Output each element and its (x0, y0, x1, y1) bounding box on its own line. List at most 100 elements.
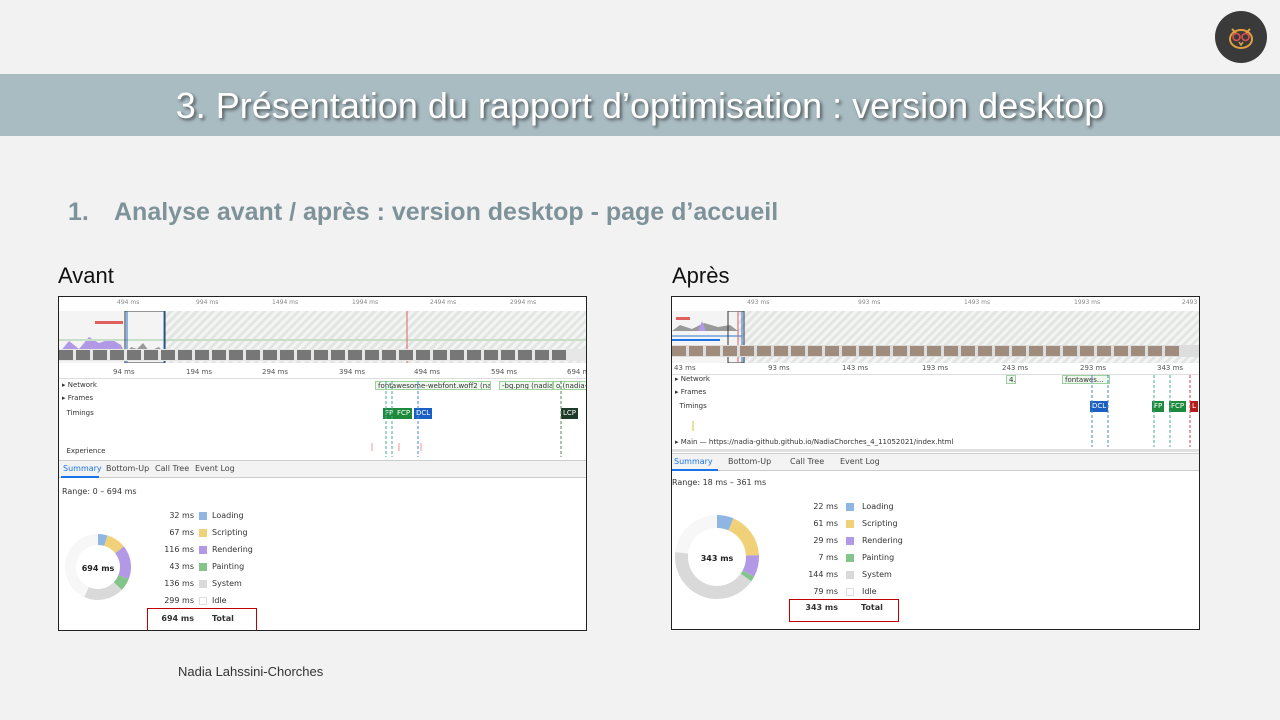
filmstrip-frame[interactable] (552, 350, 566, 360)
ruler-tick: 43 ms (674, 364, 696, 372)
filmstrip-frame[interactable] (450, 350, 464, 360)
filmstrip-frame[interactable] (161, 350, 175, 360)
filmstrip-frame[interactable] (59, 350, 73, 360)
filmstrip-frame[interactable] (348, 350, 362, 360)
filmstrip-frame[interactable] (178, 350, 192, 360)
filmstrip-frame[interactable] (1063, 346, 1077, 356)
filmstrip-frame[interactable] (399, 350, 413, 360)
legend-swatch (846, 554, 854, 562)
summary-ms: 116 ms (164, 545, 194, 554)
overview-tick: 1993 ms (1074, 299, 1101, 306)
track-main[interactable]: ▸ Main — https://nadia-github.github.io/… (675, 438, 953, 446)
filmstrip-frame[interactable] (314, 350, 328, 360)
filmstrip-frame[interactable] (110, 350, 124, 360)
filmstrip-frame[interactable] (212, 350, 226, 360)
filmstrip-frame[interactable] (416, 350, 430, 360)
filmstrip-frame[interactable] (910, 346, 924, 356)
summary-row-painting: 43 ms Painting (149, 562, 299, 576)
donut-slice-idle (675, 515, 717, 554)
summary-ms: 29 ms (813, 536, 838, 545)
filmstrip-frame[interactable] (706, 346, 720, 356)
filmstrip-frame[interactable] (1165, 346, 1179, 356)
legend-swatch (199, 597, 207, 605)
total-highlight-box (147, 608, 257, 630)
summary-label: Painting (862, 553, 895, 562)
overview-tick: 993 ms (858, 299, 881, 306)
ruler-tick: 143 ms (842, 364, 869, 372)
filmstrip-frame[interactable] (93, 350, 107, 360)
main-flame-bar (672, 449, 1199, 452)
filmstrip-frame[interactable] (229, 350, 243, 360)
filmstrip-frame[interactable] (944, 346, 958, 356)
filmstrip-frame[interactable] (978, 346, 992, 356)
donut-total: 343 ms (701, 554, 734, 563)
tab-call-tree[interactable]: Call Tree (155, 464, 189, 473)
summary-row-loading: 22 ms Loading (792, 502, 942, 516)
summary-label: Painting (212, 562, 245, 571)
overview-tick: 1494 ms (272, 299, 299, 306)
overview-tick: 1994 ms (352, 299, 379, 306)
filmstrip-frame[interactable] (740, 346, 754, 356)
filmstrip-frame[interactable] (791, 346, 805, 356)
filmstrip-frame[interactable] (1029, 346, 1043, 356)
total-highlight-box (789, 599, 899, 622)
filmstrip-frame[interactable] (467, 350, 481, 360)
filmstrip-frame[interactable] (1114, 346, 1128, 356)
summary-ms: 32 ms (169, 511, 194, 520)
filmstrip-frame[interactable] (672, 346, 686, 356)
tab-bottom-up[interactable]: Bottom-Up (106, 464, 149, 473)
filmstrip-frame[interactable] (774, 346, 788, 356)
filmstrip-frame[interactable] (246, 350, 260, 360)
summary-ms: 22 ms (813, 502, 838, 511)
ruler-tick: 194 ms (186, 368, 213, 376)
filmstrip-frame[interactable] (501, 350, 515, 360)
filmstrip-frame[interactable] (893, 346, 907, 356)
tab-event-log[interactable]: Event Log (195, 464, 235, 473)
tab-summary[interactable]: Summary (63, 464, 102, 473)
filmstrip-frame[interactable] (280, 350, 294, 360)
filmstrip-frame[interactable] (535, 350, 549, 360)
filmstrip-frame[interactable] (723, 346, 737, 356)
filmstrip-frame[interactable] (808, 346, 822, 356)
filmstrip-frame[interactable] (825, 346, 839, 356)
apres-label: Après (672, 263, 730, 288)
section-subtitle: 1. Analyse avant / après : version deskto… (68, 198, 778, 227)
filmstrip-frame[interactable] (1046, 346, 1060, 356)
filmstrip-frame[interactable] (1148, 346, 1162, 356)
tab-event-log[interactable]: Event Log (840, 457, 880, 466)
filmstrip-frame[interactable] (484, 350, 498, 360)
ruler-tick: 494 ms (414, 368, 441, 376)
filmstrip-frame[interactable] (365, 350, 379, 360)
summary-ms: 136 ms (164, 579, 194, 588)
filmstrip-frame[interactable] (757, 346, 771, 356)
tab-call-tree[interactable]: Call Tree (790, 457, 824, 466)
ruler-tick: 294 ms (262, 368, 289, 376)
filmstrip-frame[interactable] (382, 350, 396, 360)
tab-bottom-up[interactable]: Bottom-Up (728, 457, 771, 466)
filmstrip-frame[interactable] (144, 350, 158, 360)
filmstrip-frame[interactable] (689, 346, 703, 356)
filmstrip-frame[interactable] (518, 350, 532, 360)
filmstrip-frame[interactable] (263, 350, 277, 360)
filmstrip-frame[interactable] (995, 346, 1009, 356)
filmstrip-frame[interactable] (961, 346, 975, 356)
filmstrip-frame[interactable] (842, 346, 856, 356)
donut-slice-system (84, 582, 122, 600)
tab-summary[interactable]: Summary (674, 457, 713, 466)
filmstrip-frame[interactable] (127, 350, 141, 360)
filmstrip-frame[interactable] (1080, 346, 1094, 356)
filmstrip-frame[interactable] (433, 350, 447, 360)
filmstrip-frame[interactable] (859, 346, 873, 356)
slide-title: 3. Présentation du rapport d’optimisatio… (175, 85, 1105, 126)
filmstrip-frame[interactable] (876, 346, 890, 356)
ruler-tick: 394 ms (339, 368, 366, 376)
filmstrip-frame[interactable] (1131, 346, 1145, 356)
filmstrip-frame[interactable] (1097, 346, 1111, 356)
filmstrip-frame[interactable] (76, 350, 90, 360)
filmstrip-frame[interactable] (297, 350, 311, 360)
filmstrip-frame[interactable] (927, 346, 941, 356)
filmstrip-frame[interactable] (195, 350, 209, 360)
filmstrip-frame[interactable] (1012, 346, 1026, 356)
summary-label: Rendering (212, 545, 253, 554)
filmstrip-frame[interactable] (331, 350, 345, 360)
